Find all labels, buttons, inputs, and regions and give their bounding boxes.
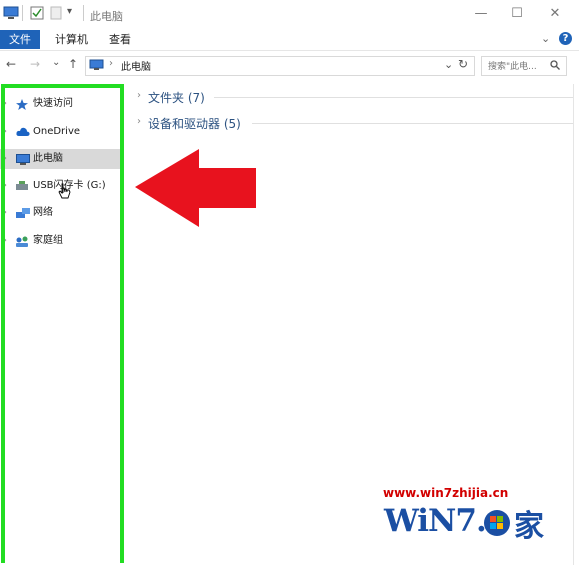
new-folder-icon[interactable] <box>50 6 62 22</box>
recent-locations-button[interactable]: ⌄ <box>52 57 60 68</box>
expand-chevron-icon[interactable]: › <box>137 90 141 101</box>
watermark-logo-char: 家 <box>514 509 544 544</box>
group-divider <box>252 123 574 124</box>
customize-quick-access-icon[interactable]: ▾ <box>67 6 72 17</box>
back-button[interactable]: ← <box>6 57 16 71</box>
search-icon[interactable] <box>550 60 560 70</box>
properties-icon[interactable] <box>30 6 44 22</box>
address-dropdown-icon[interactable]: ⌄ <box>444 58 453 71</box>
search-input[interactable]: 搜索"此电... <box>488 59 537 72</box>
tab-view[interactable]: 查看 <box>109 30 131 49</box>
refresh-button[interactable]: ↻ <box>458 57 468 71</box>
group-divider <box>214 97 574 98</box>
maximize-button[interactable]: ☐ <box>502 4 532 24</box>
watermark-logo: WiN7. 家 <box>384 503 544 544</box>
breadcrumb-this-pc[interactable]: 此电脑 <box>121 58 151 73</box>
watermark-logo-text: WiN7. <box>384 503 487 539</box>
group-folders[interactable]: 文件夹 (7) <box>148 89 205 106</box>
highlight-box <box>1 84 124 563</box>
minimize-button[interactable]: — <box>466 4 496 24</box>
expand-chevron-icon[interactable]: › <box>137 116 141 127</box>
window-title: 此电脑 <box>90 10 123 23</box>
divider <box>83 5 84 21</box>
tab-file[interactable]: 文件 <box>0 30 40 49</box>
divider <box>22 5 23 21</box>
up-button[interactable]: ↑ <box>68 57 78 71</box>
close-button[interactable]: ✕ <box>540 4 570 24</box>
title-bar: ▾ 此电脑 — ☐ ✕ <box>0 0 579 30</box>
forward-button[interactable]: → <box>30 57 40 71</box>
watermark-url: www.win7zhijia.cn <box>383 486 509 500</box>
ribbon-expand-chevron-icon[interactable]: ⌄ <box>541 32 550 45</box>
windows-logo-icon <box>484 510 510 536</box>
tab-computer[interactable]: 计算机 <box>55 30 88 49</box>
computer-icon <box>89 59 104 70</box>
breadcrumb-separator-icon: › <box>109 58 113 69</box>
help-icon[interactable]: ? <box>559 32 572 45</box>
computer-icon <box>3 6 19 19</box>
group-devices-drives[interactable]: 设备和驱动器 (5) <box>148 115 241 132</box>
red-arrow-icon <box>135 149 256 227</box>
pane-edge <box>573 84 574 565</box>
